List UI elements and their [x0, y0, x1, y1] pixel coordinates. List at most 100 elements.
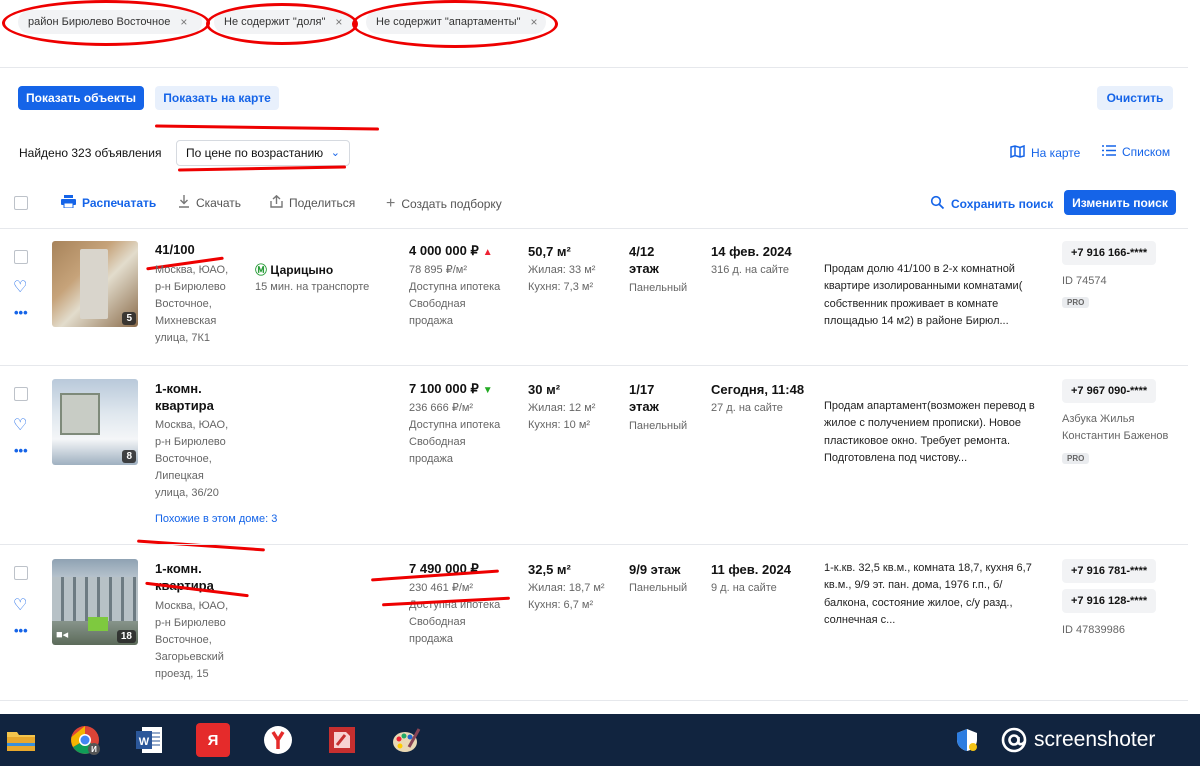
word-icon[interactable]: W: [132, 723, 166, 757]
metro-icon: Ⓜ: [255, 263, 268, 277]
pro-badge: PRO: [1062, 453, 1090, 464]
listing-title[interactable]: 1-комн. квартира: [155, 380, 237, 414]
days-on-site: 9 д. на сайте: [711, 582, 777, 594]
download-icon: [178, 195, 190, 211]
close-icon[interactable]: ×: [530, 15, 537, 29]
download-label: Скачать: [196, 196, 241, 210]
price-value: 7 490 000 ₽: [409, 561, 479, 576]
floor-value: 4/12: [629, 244, 655, 259]
paint-icon[interactable]: [389, 723, 423, 757]
area-details: Жилая: 12 м² Кухня: 10 м²: [528, 400, 595, 434]
address-line: Москва, ЮАО,: [155, 264, 229, 276]
similar-in-house-link[interactable]: Похожие в этом доме: 3: [155, 513, 277, 525]
price-details: 78 895 ₽/м² Доступна ипотека Свободная п…: [409, 262, 500, 330]
share-icon: [270, 194, 283, 211]
listing-checkbox[interactable]: [14, 250, 28, 264]
windows-taskbar: И W Я screenshoter: [0, 714, 1200, 766]
chevron-down-icon: ⌄: [330, 147, 340, 159]
clear-button[interactable]: Очистить: [1097, 86, 1173, 110]
heart-icon[interactable]: ♡: [13, 595, 27, 615]
listing-floor: 1/17 этаж: [629, 381, 659, 415]
create-selection-button[interactable]: + Создать подборку: [386, 195, 502, 213]
listing-area: 50,7 м²: [528, 244, 571, 259]
listing-title[interactable]: 41/100: [155, 241, 237, 258]
close-icon[interactable]: ×: [335, 15, 342, 29]
listing-area: 30 м²: [528, 382, 561, 397]
defender-shield-icon[interactable]: [950, 723, 984, 757]
at-icon: [1001, 727, 1027, 753]
listing-photo[interactable]: ■◂ 18: [52, 559, 138, 645]
phone-button[interactable]: +7 916 781-****: [1062, 559, 1157, 583]
phone-button[interactable]: +7 967 090-****: [1062, 379, 1157, 403]
create-selection-label: Создать подборку: [401, 197, 502, 211]
view-map-link[interactable]: На карте: [1010, 144, 1080, 161]
listing-description[interactable]: 1-к.кв. 32,5 кв.м., комната 18,7, кухня …: [824, 560, 1046, 629]
listing-price: 7 490 000 ₽: [409, 561, 479, 577]
address-line: улица, 36/20: [155, 487, 219, 499]
close-icon[interactable]: ×: [180, 15, 187, 29]
listing-date: 11 фев. 2024: [711, 562, 791, 577]
address-line: Восточное,: [155, 298, 212, 310]
filter-chip-district[interactable]: район Бирюлево Восточное ×: [18, 10, 202, 34]
select-all-checkbox[interactable]: [14, 196, 28, 210]
listing-description[interactable]: Продам долю 41/100 в 2-х комнатной кварт…: [824, 261, 1046, 330]
living-area: Жилая: 18,7 м²: [528, 582, 605, 594]
heart-icon[interactable]: ♡: [13, 415, 27, 435]
listing-checkbox[interactable]: [14, 387, 28, 401]
agent-name: Константин Баженов: [1062, 430, 1169, 442]
file-explorer-icon[interactable]: [4, 723, 38, 757]
floor-label: этаж: [629, 399, 659, 414]
price-down-icon: ▼: [482, 385, 493, 396]
listing-date: 14 фев. 2024: [711, 244, 792, 259]
listing-floor: 9/9 этаж: [629, 561, 681, 578]
listing-address: Москва, ЮАО, р-н Бирюлево Восточное, Лип…: [155, 417, 245, 502]
address-line: Восточное,: [155, 453, 212, 465]
phone-button[interactable]: +7 916 128-****: [1062, 589, 1157, 613]
screenshoter-label: screenshoter: [1034, 728, 1156, 751]
plus-icon: +: [386, 195, 396, 212]
mortgage-info: Доступна ипотека: [409, 419, 501, 431]
filter-chip-exclude-share[interactable]: Не содержит "доля" ×: [214, 10, 354, 34]
chrome-icon[interactable]: И: [68, 723, 102, 757]
red-underline-annotation: [177, 165, 347, 172]
floor-label: этаж: [629, 261, 659, 276]
yandex-browser-icon[interactable]: [261, 723, 295, 757]
kaspersky-icon[interactable]: [325, 723, 359, 757]
listing-title[interactable]: 1-комн. квартира: [155, 560, 237, 594]
house-type: Панельный: [629, 582, 688, 594]
listing-photo[interactable]: 5: [52, 241, 138, 327]
save-search-button[interactable]: Сохранить поиск: [930, 195, 1053, 213]
save-search-label: Сохранить поиск: [951, 197, 1054, 211]
listing-address: Москва, ЮАО, р-н Бирюлево Восточное, Мих…: [155, 262, 245, 347]
agent-id: ID 74574: [1062, 275, 1107, 287]
view-list-link[interactable]: Списком: [1102, 145, 1170, 159]
change-search-button[interactable]: Изменить поиск: [1064, 190, 1176, 215]
address-line: Восточное,: [155, 634, 212, 646]
sale-type: продажа: [409, 633, 453, 645]
phone-button[interactable]: +7 916 166-****: [1062, 241, 1157, 265]
sort-select[interactable]: По цене по возрастанию ⌄: [176, 140, 350, 166]
filter-chip-exclude-apartments[interactable]: Не содержит "апартаменты" ×: [366, 10, 546, 34]
listing-checkbox[interactable]: [14, 566, 28, 580]
more-icon[interactable]: •••: [14, 443, 28, 458]
show-on-map-button[interactable]: Показать на карте: [155, 86, 279, 110]
agency-name: Азбука Жилья: [1062, 413, 1135, 425]
more-icon[interactable]: •••: [14, 623, 28, 638]
listing-photo[interactable]: 8: [52, 379, 138, 465]
metro-station[interactable]: Ⓜ Царицыно: [255, 261, 333, 278]
agent-id: ID 47839986: [1062, 624, 1125, 636]
print-button[interactable]: Распечатать: [61, 195, 156, 211]
kitchen-area: Кухня: 7,3 м²: [528, 281, 594, 293]
listing-description[interactable]: Продам апартамент(возможен перевод в жил…: [824, 398, 1046, 467]
address-line: р-н Бирюлево: [155, 281, 226, 293]
show-objects-button[interactable]: Показать объекты: [18, 86, 144, 110]
download-button[interactable]: Скачать: [178, 195, 241, 211]
address-line: Москва, ЮАО,: [155, 600, 229, 612]
share-button[interactable]: Поделиться: [270, 194, 355, 211]
photo-detail: [60, 393, 100, 435]
yandex-icon[interactable]: Я: [196, 723, 230, 757]
filter-chips: район Бирюлево Восточное × Не содержит "…: [18, 10, 546, 36]
more-icon[interactable]: •••: [14, 305, 28, 320]
kitchen-area: Кухня: 6,7 м²: [528, 599, 594, 611]
heart-icon[interactable]: ♡: [13, 277, 27, 297]
